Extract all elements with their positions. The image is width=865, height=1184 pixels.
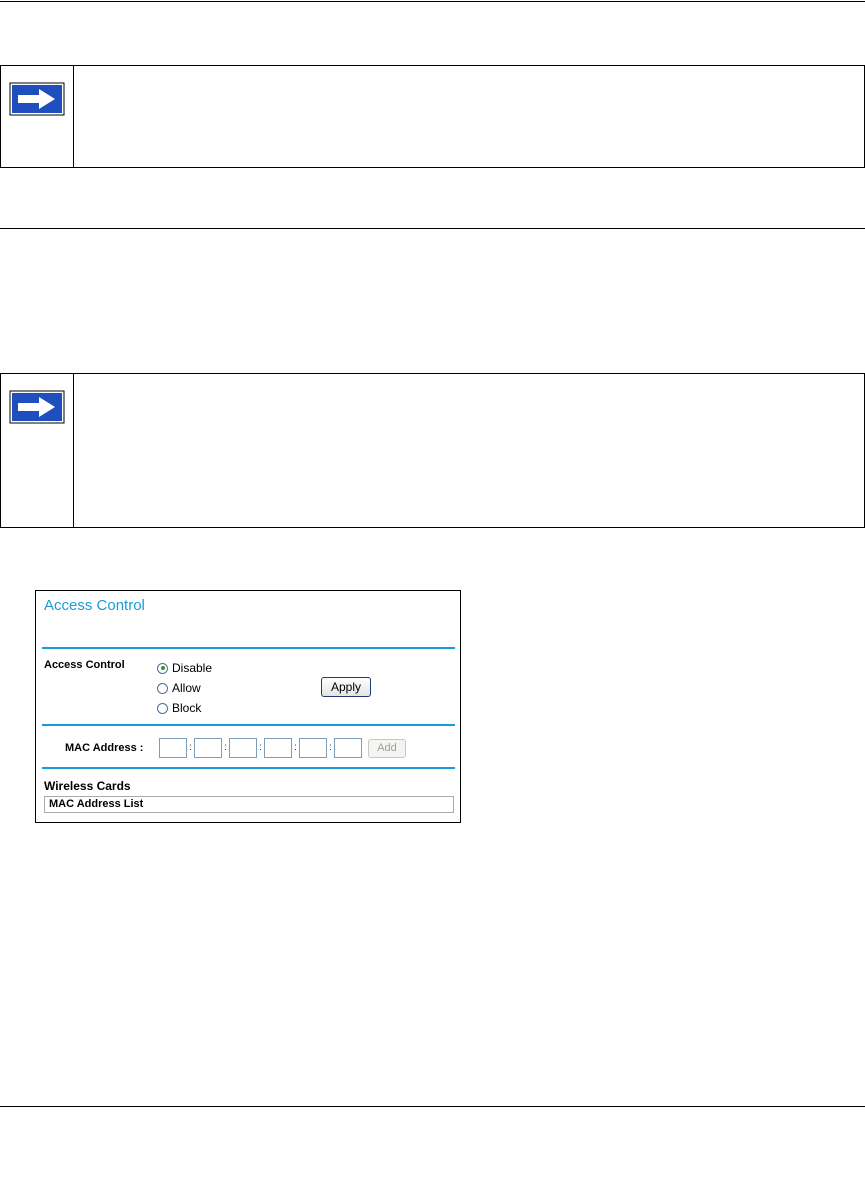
radio-block-label: Block: [172, 701, 202, 715]
note-box-2: [0, 373, 865, 528]
panel-separator: [42, 724, 455, 726]
note-icon-cell: [1, 66, 74, 167]
radio-block[interactable]: Block: [157, 700, 201, 716]
mac-address-label: MAC Address :: [65, 742, 144, 754]
add-button[interactable]: Add: [368, 738, 406, 758]
mac-octet-field[interactable]: [299, 738, 327, 758]
radio-button[interactable]: [157, 682, 168, 694]
radio-button-checked[interactable]: [157, 662, 168, 674]
panel-separator: [42, 647, 455, 649]
mac-octet-field[interactable]: [159, 738, 187, 758]
note-box-1: [0, 65, 865, 168]
page-top-rule: [0, 1, 865, 2]
mac-address-list-header: MAC Address List: [44, 796, 454, 813]
mac-octet-field[interactable]: [194, 738, 222, 758]
section-rule: [0, 228, 865, 229]
access-control-panel: Access Control Access Control Disable Al…: [35, 590, 461, 823]
radio-disable[interactable]: Disable: [157, 660, 212, 676]
panel-separator: [42, 767, 455, 769]
radio-button[interactable]: [157, 702, 168, 714]
note-icon-cell: [1, 374, 74, 527]
radio-allow-label: Allow: [172, 681, 201, 695]
arrow-right-icon: [9, 82, 65, 116]
mac-octet-field[interactable]: [264, 738, 292, 758]
access-control-label: Access Control: [44, 659, 125, 671]
page-bottom-rule: [0, 1106, 865, 1107]
apply-button[interactable]: Apply: [321, 677, 371, 697]
wireless-cards-label: Wireless Cards: [44, 779, 131, 793]
arrow-right-icon: [9, 390, 65, 424]
radio-disable-label: Disable: [172, 661, 213, 675]
mac-octet-field[interactable]: [334, 738, 362, 758]
mac-octet-field[interactable]: [229, 738, 257, 758]
panel-title: Access Control: [44, 597, 145, 614]
radio-allow[interactable]: Allow: [157, 680, 201, 696]
mac-address-inputs: : : : : : Add: [159, 737, 406, 759]
